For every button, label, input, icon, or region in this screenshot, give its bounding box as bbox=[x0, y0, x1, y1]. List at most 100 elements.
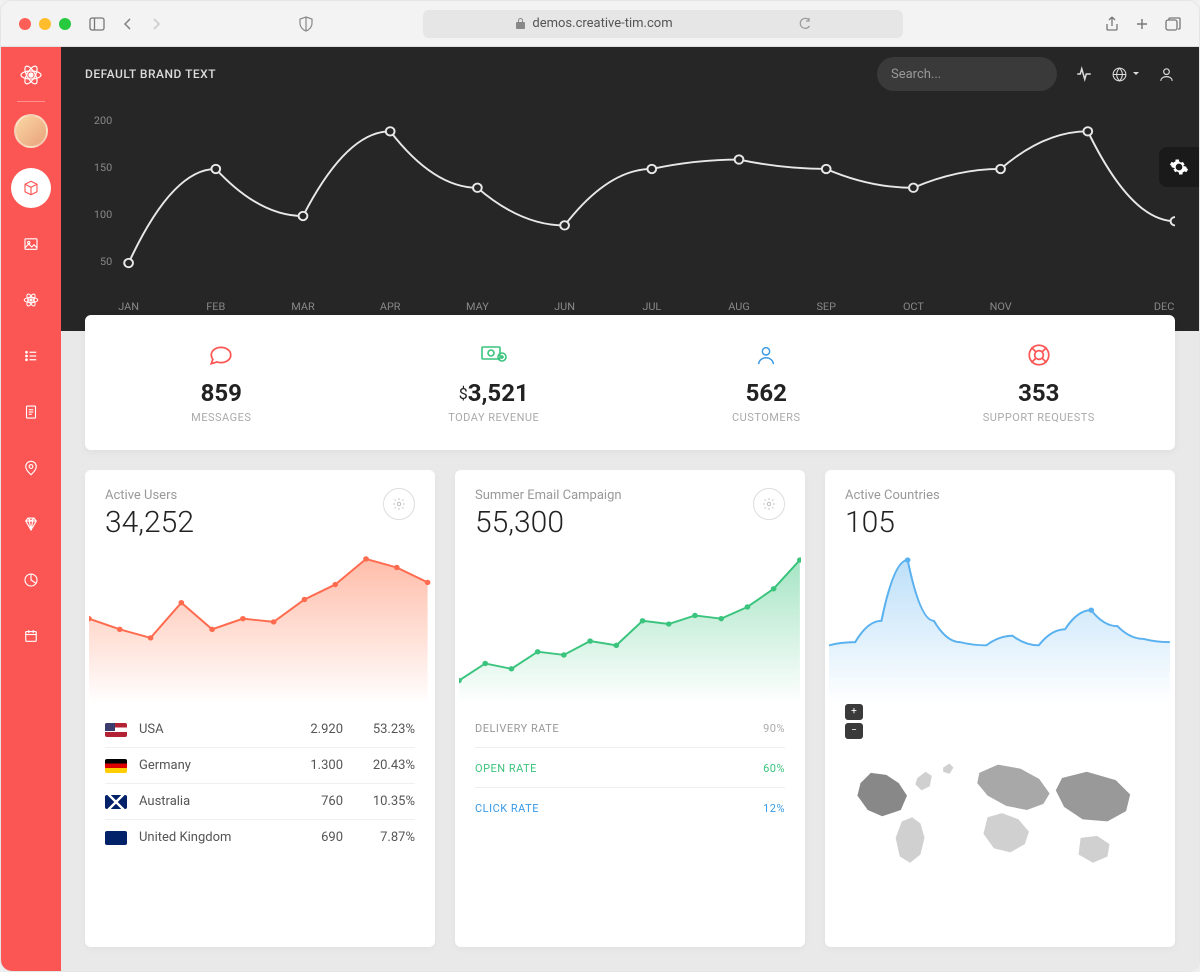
user-icon[interactable] bbox=[1158, 66, 1175, 83]
stat-revenue-label: TODAY REVENUE bbox=[358, 411, 631, 424]
main-content: DEFAULT BRAND TEXT 2001501 bbox=[61, 47, 1199, 971]
card-value: 105 bbox=[845, 505, 940, 540]
svg-text:JAN: JAN bbox=[118, 300, 139, 313]
sidebar-toggle-icon[interactable] bbox=[89, 17, 105, 31]
card-value: 34,252 bbox=[105, 505, 194, 540]
stat-customers: 562 CUSTOMERS bbox=[630, 341, 903, 424]
globe-dropdown[interactable] bbox=[1111, 66, 1140, 83]
browser-chrome: demos.creative-tim.com bbox=[1, 1, 1199, 47]
app-root: DEFAULT BRAND TEXT 2001501 bbox=[1, 47, 1199, 971]
chat-icon bbox=[208, 342, 234, 368]
sidebar-item-list[interactable] bbox=[11, 336, 51, 376]
svg-text:FEB: FEB bbox=[206, 300, 225, 313]
forward-button[interactable] bbox=[151, 17, 161, 31]
sidebar-item-calendar[interactable] bbox=[11, 616, 51, 656]
svg-text:DEC: DEC bbox=[1154, 300, 1174, 313]
rates-list: DELIVERY RATE90% OPEN RATE60% CLICK RATE… bbox=[455, 704, 805, 831]
tabs-icon[interactable] bbox=[1165, 16, 1181, 32]
svg-text:NOV: NOV bbox=[990, 300, 1012, 313]
stat-support: 353 SUPPORT REQUESTS bbox=[903, 341, 1176, 424]
svg-text:APR: APR bbox=[380, 300, 401, 313]
card-title: Active Users bbox=[105, 488, 194, 503]
rate-row: DELIVERY RATE90% bbox=[475, 708, 785, 747]
share-icon[interactable] bbox=[1105, 16, 1119, 32]
world-map[interactable] bbox=[825, 747, 1175, 905]
sidebar-item-document[interactable] bbox=[11, 392, 51, 432]
minimize-window-button[interactable] bbox=[39, 18, 51, 30]
flag-us-icon bbox=[105, 723, 127, 737]
search-box[interactable] bbox=[877, 57, 1057, 91]
activity-icon[interactable] bbox=[1075, 65, 1093, 83]
stat-customers-label: CUSTOMERS bbox=[630, 411, 903, 424]
stat-revenue-value: $3,521 bbox=[358, 379, 631, 407]
card-countries: Active Countries 105 + bbox=[825, 470, 1175, 947]
svg-text:JUL: JUL bbox=[642, 300, 661, 313]
stat-support-value: 353 bbox=[903, 379, 1176, 407]
close-window-button[interactable] bbox=[19, 18, 31, 30]
logo-icon[interactable] bbox=[17, 61, 45, 89]
avatar[interactable] bbox=[14, 114, 48, 148]
svg-text:JUN: JUN bbox=[554, 300, 575, 313]
card-campaign: Summer Email Campaign 55,300 bbox=[455, 470, 805, 947]
table-row: Australia76010.35% bbox=[105, 783, 415, 819]
stat-messages: 859 MESSAGES bbox=[85, 341, 358, 424]
maximize-window-button[interactable] bbox=[59, 18, 71, 30]
flag-de-icon bbox=[105, 759, 127, 773]
card-title: Summer Email Campaign bbox=[475, 488, 622, 503]
svg-text:MAY: MAY bbox=[466, 300, 489, 313]
new-tab-icon[interactable] bbox=[1135, 16, 1149, 32]
svg-text:MAR: MAR bbox=[291, 300, 315, 313]
sidebar-item-location[interactable] bbox=[11, 448, 51, 488]
window-controls bbox=[19, 18, 71, 30]
campaign-chart bbox=[455, 544, 805, 704]
card-active-users: Active Users 34,252 bbox=[85, 470, 435, 947]
search-input[interactable] bbox=[891, 67, 1057, 82]
shield-icon[interactable] bbox=[299, 16, 313, 32]
map-zoom-controls: + − bbox=[825, 704, 1175, 739]
lock-icon bbox=[515, 17, 526, 30]
table-row: Germany1.30020.43% bbox=[105, 747, 415, 783]
svg-text:SEP: SEP bbox=[816, 300, 836, 313]
stat-messages-label: MESSAGES bbox=[85, 411, 358, 424]
gear-icon[interactable] bbox=[383, 488, 415, 520]
svg-text:AUG: AUG bbox=[728, 300, 749, 313]
svg-text:200: 200 bbox=[94, 114, 112, 127]
gear-icon[interactable] bbox=[753, 488, 785, 520]
rate-row: OPEN RATE60% bbox=[475, 747, 785, 787]
countries-chart bbox=[825, 544, 1175, 704]
hero-line-chart: 20015010050 JANFEBMARAPRMAYJUNJULAUGSEPO… bbox=[61, 101, 1199, 331]
sidebar-separator bbox=[17, 101, 45, 102]
stats-bar: 859 MESSAGES $3,521 TODAY REVENUE 562 CU… bbox=[85, 315, 1175, 450]
stat-messages-value: 859 bbox=[85, 379, 358, 407]
back-button[interactable] bbox=[123, 17, 133, 31]
hero: DEFAULT BRAND TEXT 2001501 bbox=[61, 47, 1199, 331]
sidebar-item-image[interactable] bbox=[11, 224, 51, 264]
browser-window: demos.creative-tim.com D bbox=[0, 0, 1200, 972]
user-icon bbox=[755, 342, 777, 368]
stat-support-label: SUPPORT REQUESTS bbox=[903, 411, 1176, 424]
address-bar[interactable]: demos.creative-tim.com bbox=[423, 10, 903, 38]
sidebar-item-atom[interactable] bbox=[11, 280, 51, 320]
settings-fab[interactable] bbox=[1159, 147, 1199, 187]
sidebar-item-diamond[interactable] bbox=[11, 504, 51, 544]
svg-text:100: 100 bbox=[94, 208, 112, 221]
stat-revenue: $3,521 TODAY REVENUE bbox=[358, 341, 631, 424]
svg-text:OCT: OCT bbox=[903, 300, 925, 313]
flag-uk-icon bbox=[105, 831, 127, 845]
flag-au-icon bbox=[105, 795, 127, 809]
card-title: Active Countries bbox=[845, 488, 940, 503]
url-text: demos.creative-tim.com bbox=[532, 16, 672, 31]
sidebar bbox=[1, 47, 61, 971]
table-row: United Kingdom6907.87% bbox=[105, 819, 415, 855]
active-users-chart bbox=[85, 544, 435, 704]
brand-text: DEFAULT BRAND TEXT bbox=[85, 67, 216, 81]
sidebar-item-chart[interactable] bbox=[11, 560, 51, 600]
refresh-icon[interactable] bbox=[799, 17, 811, 31]
money-icon bbox=[480, 343, 508, 367]
zoom-in-button[interactable]: + bbox=[845, 704, 863, 720]
cards-row: Active Users 34,252 bbox=[61, 470, 1199, 971]
card-value: 55,300 bbox=[475, 505, 622, 540]
zoom-out-button[interactable]: − bbox=[845, 723, 863, 739]
sidebar-item-box[interactable] bbox=[11, 168, 51, 208]
chevron-down-icon bbox=[1132, 70, 1140, 78]
